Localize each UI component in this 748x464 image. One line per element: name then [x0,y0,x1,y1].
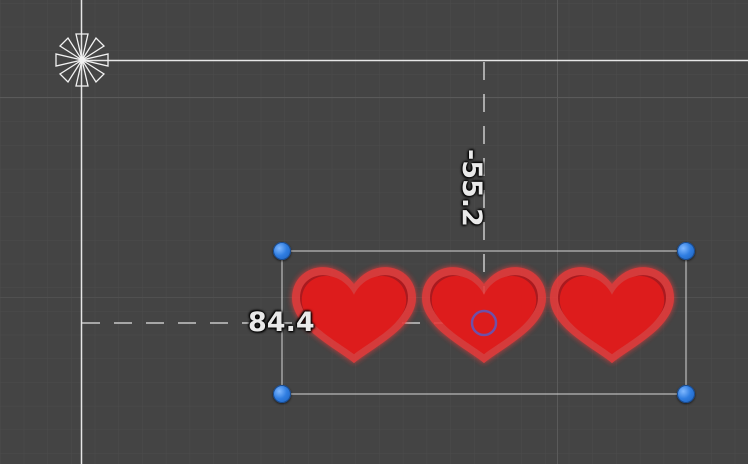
offset-x-label: 84.4 [248,307,315,338]
resize-handle-top-right[interactable] [677,242,695,260]
resize-handle-bottom-left[interactable] [273,385,291,403]
pivot-circle-icon[interactable] [0,0,748,464]
resize-handle-bottom-right[interactable] [677,385,695,403]
resize-handle-top-left[interactable] [273,242,291,260]
offset-y-label: -55.2 [456,149,487,227]
scene-viewport[interactable]: 84.4 -55.2 [0,0,748,464]
